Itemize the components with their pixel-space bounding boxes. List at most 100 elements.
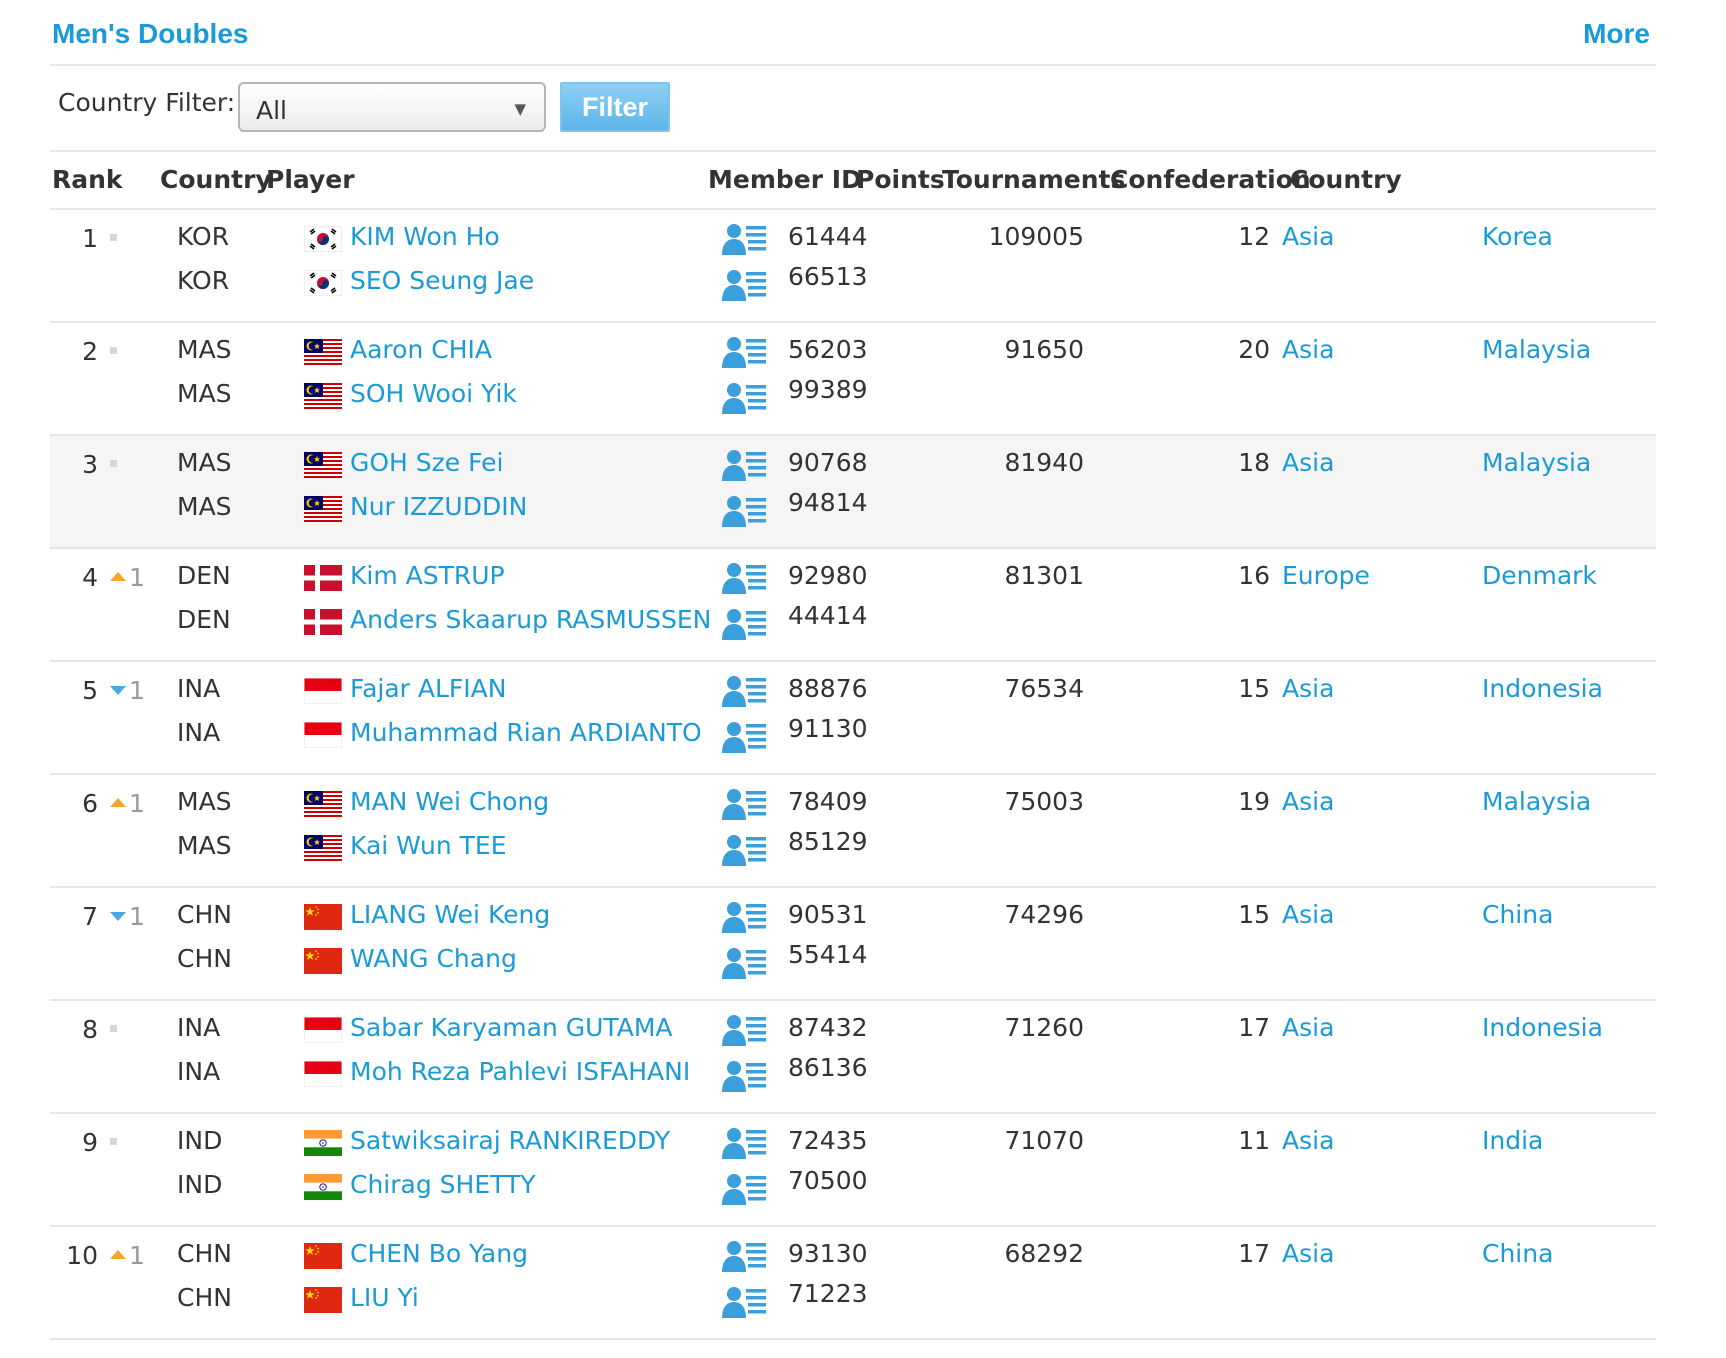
country-link[interactable]: Malaysia	[1482, 448, 1591, 477]
country-link[interactable]: Malaysia	[1482, 787, 1591, 816]
points-value: 75003	[1004, 787, 1084, 816]
player-country-code: CHN	[177, 900, 232, 929]
rank-number: 6	[82, 789, 98, 818]
country-link[interactable]: Indonesia	[1482, 674, 1603, 703]
confederation-link[interactable]: Asia	[1282, 1013, 1334, 1042]
rank-change-value: 1	[129, 902, 145, 931]
player-profile-icon[interactable]	[720, 448, 768, 482]
player-profile-icon[interactable]	[720, 335, 768, 369]
country-link[interactable]: India	[1482, 1126, 1543, 1155]
more-link[interactable]: More	[1583, 18, 1650, 50]
member-id: 85129	[788, 827, 868, 856]
player-profile-icon[interactable]	[720, 1172, 768, 1206]
player-profile-icon[interactable]	[720, 787, 768, 821]
country-filter-select[interactable]: All ▼	[238, 82, 546, 132]
player-profile-icon[interactable]	[720, 674, 768, 708]
member-id: 90768	[788, 448, 868, 477]
player-name-link[interactable]: Kai Wun TEE	[350, 831, 507, 860]
player-name-link[interactable]: Fajar ALFIAN	[350, 674, 506, 703]
player-name-link[interactable]: WANG Chang	[350, 944, 517, 973]
header-country-name[interactable]: Country	[1290, 165, 1402, 194]
rank-number: 5	[82, 676, 98, 705]
player-name-link[interactable]: Sabar Karyaman GUTAMA	[350, 1013, 673, 1042]
header-country-code[interactable]: Country	[160, 165, 272, 194]
tournaments-value: 11	[1238, 1126, 1270, 1155]
member-id: 56203	[788, 335, 868, 364]
country-link[interactable]: Indonesia	[1482, 1013, 1603, 1042]
player-name-link[interactable]: LIU Yi	[350, 1283, 419, 1312]
rank-change	[110, 224, 117, 253]
rank-change-value: 1	[129, 789, 145, 818]
player-name-link[interactable]: Kim ASTRUP	[350, 561, 505, 590]
country-link[interactable]: Malaysia	[1482, 335, 1591, 364]
player-profile-icon[interactable]	[720, 607, 768, 641]
table-row: 5 1 INA Fajar ALFIAN 88876 INA Muhammad …	[50, 662, 1656, 775]
player-name-link[interactable]: MAN Wei Chong	[350, 787, 549, 816]
player-name-link[interactable]: GOH Sze Fei	[350, 448, 503, 477]
player-profile-icon[interactable]	[720, 268, 768, 302]
player-profile-icon[interactable]	[720, 222, 768, 256]
player-profile-icon[interactable]	[720, 381, 768, 415]
player-name-link[interactable]: Muhammad Rian ARDIANTO	[350, 718, 702, 747]
chn-flag-icon	[304, 1243, 342, 1269]
player-profile-icon[interactable]	[720, 946, 768, 980]
country-link[interactable]: China	[1482, 1239, 1553, 1268]
player-profile-icon[interactable]	[720, 1239, 768, 1273]
member-id: 90531	[788, 900, 868, 929]
confederation-link[interactable]: Asia	[1282, 674, 1334, 703]
rank-number: 8	[82, 1015, 98, 1044]
rank-change-value: 1	[129, 676, 145, 705]
player-country-code: MAS	[177, 831, 232, 860]
player-name-link[interactable]: LIANG Wei Keng	[350, 900, 550, 929]
confederation-link[interactable]: Asia	[1282, 1239, 1334, 1268]
rank-change	[110, 450, 117, 479]
country-link[interactable]: Korea	[1482, 222, 1553, 251]
confederation-link[interactable]: Asia	[1282, 1126, 1334, 1155]
rank-number: 2	[82, 337, 98, 366]
player-name-link[interactable]: Nur IZZUDDIN	[350, 492, 527, 521]
player-profile-icon[interactable]	[720, 1126, 768, 1160]
confederation-link[interactable]: Asia	[1282, 448, 1334, 477]
header-player[interactable]: Player	[266, 165, 355, 194]
player-profile-icon[interactable]	[720, 833, 768, 867]
confederation-link[interactable]: Europe	[1282, 561, 1370, 590]
player-name-link[interactable]: Moh Reza Pahlevi ISFAHANI	[350, 1057, 690, 1086]
player-name-link[interactable]: SEO Seung Jae	[350, 266, 534, 295]
confederation-link[interactable]: Asia	[1282, 222, 1334, 251]
kor-flag-icon	[304, 226, 342, 252]
tournaments-value: 12	[1238, 222, 1270, 251]
player-profile-icon[interactable]	[720, 494, 768, 528]
player-name-link[interactable]: Chirag SHETTY	[350, 1170, 536, 1199]
player-profile-icon[interactable]	[720, 720, 768, 754]
player-name-link[interactable]: CHEN Bo Yang	[350, 1239, 528, 1268]
ina-flag-icon	[304, 678, 342, 704]
player-name-link[interactable]: Aaron CHIA	[350, 335, 492, 364]
player-name-link[interactable]: Satwiksairaj RANKIREDDY	[350, 1126, 670, 1155]
player-name-link[interactable]: SOH Wooi Yik	[350, 379, 517, 408]
player-name-link[interactable]: Anders Skaarup RASMUSSEN	[350, 605, 711, 634]
header-points[interactable]: Points	[856, 165, 945, 194]
mas-flag-icon	[304, 496, 342, 522]
section-title-link[interactable]: Men's Doubles	[52, 18, 248, 50]
confederation-link[interactable]: Asia	[1282, 900, 1334, 929]
header-rank[interactable]: Rank	[52, 165, 123, 194]
rank-unchanged-icon	[110, 233, 117, 241]
country-link[interactable]: Denmark	[1482, 561, 1597, 590]
confederation-link[interactable]: Asia	[1282, 335, 1334, 364]
player-profile-icon[interactable]	[720, 900, 768, 934]
rank-number: 3	[82, 450, 98, 479]
header-tournaments[interactable]: Tournaments	[942, 165, 1125, 194]
player-profile-icon[interactable]	[720, 1285, 768, 1319]
den-flag-icon	[304, 609, 342, 635]
confederation-link[interactable]: Asia	[1282, 787, 1334, 816]
player-profile-icon[interactable]	[720, 561, 768, 595]
player-country-code: KOR	[177, 222, 230, 251]
player-profile-icon[interactable]	[720, 1013, 768, 1047]
country-link[interactable]: China	[1482, 900, 1553, 929]
dropdown-arrow-icon: ▼	[514, 100, 526, 118]
player-name-link[interactable]: KIM Won Ho	[350, 222, 500, 251]
player-profile-icon[interactable]	[720, 1059, 768, 1093]
header-confederation[interactable]: Confederation	[1110, 165, 1311, 194]
filter-button[interactable]: Filter	[560, 82, 670, 132]
header-member-id[interactable]: Member ID	[708, 165, 862, 194]
